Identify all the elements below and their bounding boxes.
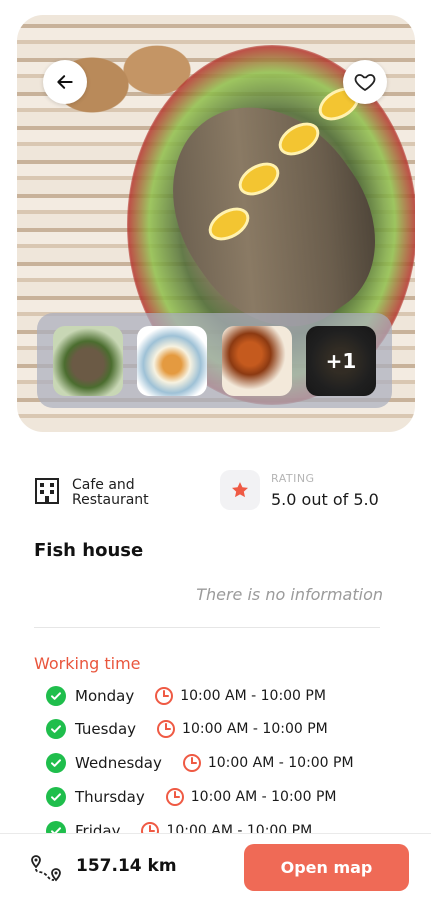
page-title: Fish house — [34, 540, 144, 561]
day-label: Tuesday — [75, 720, 137, 738]
divider — [34, 627, 380, 628]
category-label: Cafe and Restaurant — [72, 477, 149, 508]
day-label: Thursday — [75, 788, 145, 806]
day-label: Friday — [75, 822, 121, 833]
back-button[interactable] — [43, 60, 87, 104]
arrow-left-icon — [57, 75, 73, 89]
rating-caption: RATING — [271, 472, 315, 485]
check-circle-icon — [46, 686, 66, 706]
working-time-title: Working time — [34, 654, 141, 673]
clock-icon — [155, 687, 174, 705]
hours-label: 10:00 AM - 10:00 PM — [180, 688, 326, 704]
distance-value: 157.14 km — [76, 856, 177, 876]
heart-icon — [354, 74, 376, 91]
description-text: There is no information — [196, 585, 383, 604]
clock-icon — [165, 788, 184, 806]
check-circle-icon — [46, 753, 66, 773]
bottom-bar: 157.14 km Open map — [0, 833, 431, 901]
open-map-button[interactable]: Open map — [244, 844, 409, 891]
check-circle-icon — [46, 719, 66, 739]
check-circle-icon — [46, 821, 66, 833]
hours-label: 10:00 AM - 10:00 PM — [182, 721, 328, 737]
day-label: Monday — [75, 687, 135, 705]
working-hours-list: Monday 10:00 AM - 10:00 PM Tuesday 10:00… — [46, 683, 406, 833]
clock-icon — [141, 822, 160, 833]
check-circle-icon — [46, 787, 66, 807]
building-icon — [35, 478, 59, 504]
favorite-button[interactable] — [343, 60, 387, 104]
thumbnail-image[interactable] — [53, 325, 123, 396]
hours-label: 10:00 AM - 10:00 PM — [207, 755, 354, 771]
schedule-row: Tuesday 10:00 AM - 10:00 PM — [46, 716, 406, 742]
clock-icon — [157, 720, 176, 738]
hours-label: 10:00 AM - 10:00 PM — [190, 789, 337, 805]
more-photos-count: +1 — [305, 325, 376, 396]
schedule-row: Friday 10:00 AM - 10:00 PM — [46, 818, 406, 833]
rating-value: 5.0 out of 5.0 — [271, 490, 379, 509]
thumbnail-image[interactable] — [221, 325, 292, 396]
schedule-row: Thursday 10:00 AM - 10:00 PM — [46, 784, 406, 810]
day-label: Wednesday — [75, 754, 162, 772]
thumbnail-strip: +1 — [37, 313, 392, 408]
thumbnail-image[interactable] — [137, 325, 208, 396]
thumbnail-more[interactable]: +1 — [305, 325, 376, 396]
schedule-row: Monday 10:00 AM - 10:00 PM — [46, 683, 406, 709]
schedule-row: Wednesday 10:00 AM - 10:00 PM — [46, 750, 406, 776]
hours-label: 10:00 AM - 10:00 PM — [166, 823, 313, 833]
star-icon — [232, 482, 248, 498]
rating-badge — [220, 470, 260, 510]
route-icon — [31, 855, 61, 882]
clock-icon — [182, 754, 201, 772]
